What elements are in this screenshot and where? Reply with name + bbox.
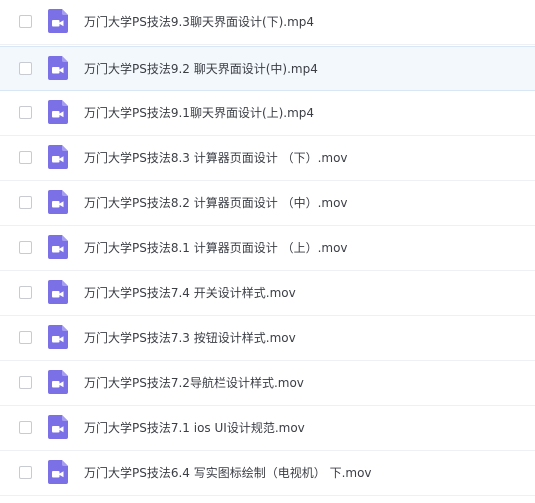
file-name[interactable]: 万门大学PS技法8.2 计算器页面设计 （中）.mov	[84, 194, 348, 212]
row-checkbox[interactable]	[19, 376, 32, 389]
file-row[interactable]: 万门大学PS技法9.1聊天界面设计(上).mp4	[0, 91, 535, 136]
row-checkbox[interactable]	[19, 286, 32, 299]
file-row[interactable]: 万门大学PS技法9.2 聊天界面设计(中).mp4	[0, 46, 535, 91]
row-checkbox[interactable]	[19, 421, 32, 434]
file-row[interactable]: 万门大学PS技法8.1 计算器页面设计 （上）.mov	[0, 226, 535, 271]
file-name[interactable]: 万门大学PS技法7.1 ios UI设计规范.mov	[84, 419, 305, 437]
row-checkbox[interactable]	[19, 196, 32, 209]
file-row[interactable]: 万门大学PS技法6.4 写实图标绘制（电视机） 下.mov	[0, 451, 535, 496]
video-file-icon	[48, 325, 68, 349]
file-list: 万门大学PS技法9.3聊天界面设计(下).mp4 万门大学PS技法9.2 聊天界…	[0, 0, 535, 503]
row-checkbox[interactable]	[19, 151, 32, 164]
video-file-icon	[48, 415, 68, 439]
video-file-icon	[48, 100, 68, 124]
file-name[interactable]: 万门大学PS技法6.4 写实图标绘制（电视机） 下.mov	[84, 464, 372, 482]
file-row[interactable]: 万门大学PS技法9.3聊天界面设计(下).mp4	[0, 0, 535, 45]
video-file-icon	[48, 280, 68, 304]
row-checkbox[interactable]	[19, 62, 32, 75]
file-name[interactable]: 万门大学PS技法9.1聊天界面设计(上).mp4	[84, 104, 314, 122]
row-checkbox[interactable]	[19, 241, 32, 254]
video-file-icon	[48, 9, 68, 33]
file-name[interactable]: 万门大学PS技法7.3 按钮设计样式.mov	[84, 329, 296, 347]
file-row[interactable]: 万门大学PS技法7.2导航栏设计样式.mov	[0, 361, 535, 406]
video-file-icon	[48, 56, 68, 80]
file-name[interactable]: 万门大学PS技法9.3聊天界面设计(下).mp4	[84, 13, 314, 31]
file-name[interactable]: 万门大学PS技法7.4 开关设计样式.mov	[84, 284, 296, 302]
row-checkbox[interactable]	[19, 331, 32, 344]
file-name[interactable]: 万门大学PS技法8.1 计算器页面设计 （上）.mov	[84, 239, 348, 257]
video-file-icon	[48, 190, 68, 214]
file-name[interactable]: 万门大学PS技法8.3 计算器页面设计 （下）.mov	[84, 149, 348, 167]
row-checkbox[interactable]	[19, 15, 32, 28]
row-checkbox[interactable]	[19, 106, 32, 119]
file-row[interactable]: 万门大学PS技法7.3 按钮设计样式.mov	[0, 316, 535, 361]
file-row[interactable]: 万门大学PS技法7.1 ios UI设计规范.mov	[0, 406, 535, 451]
row-checkbox[interactable]	[19, 466, 32, 479]
file-row[interactable]: 万门大学PS技法8.2 计算器页面设计 （中）.mov	[0, 181, 535, 226]
file-name[interactable]: 万门大学PS技法7.2导航栏设计样式.mov	[84, 374, 304, 392]
file-name[interactable]: 万门大学PS技法9.2 聊天界面设计(中).mp4	[84, 60, 318, 78]
video-file-icon	[48, 460, 68, 484]
file-row[interactable]: 万门大学PS技法8.3 计算器页面设计 （下）.mov	[0, 136, 535, 181]
video-file-icon	[48, 235, 68, 259]
video-file-icon	[48, 145, 68, 169]
file-row[interactable]: 万门大学PS技法7.4 开关设计样式.mov	[0, 271, 535, 316]
video-file-icon	[48, 370, 68, 394]
